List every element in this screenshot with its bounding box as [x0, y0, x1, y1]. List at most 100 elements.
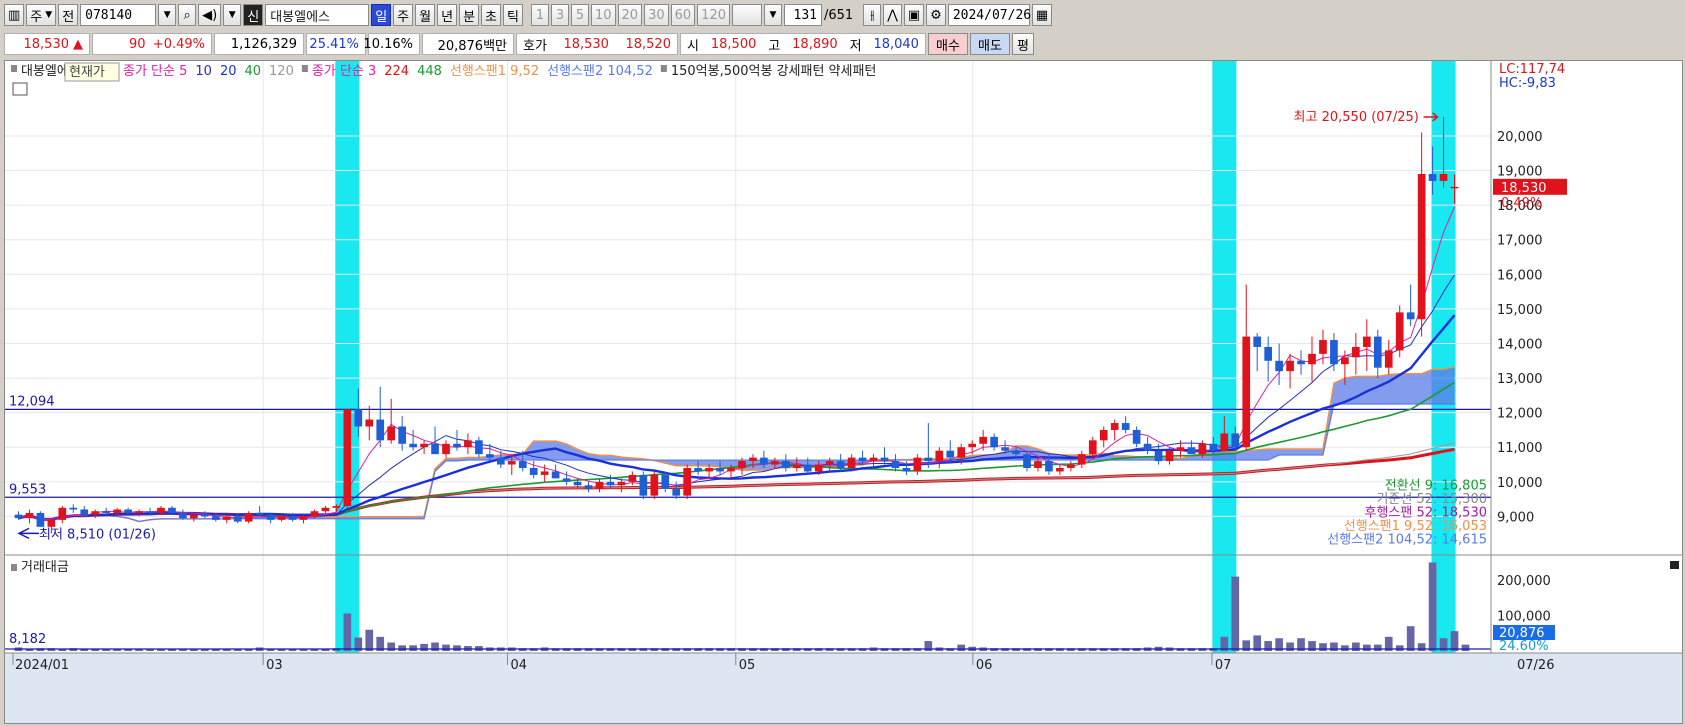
- moving-averages: [18, 206, 1456, 521]
- high-value: 18,890: [792, 36, 838, 52]
- candle-body-32: [365, 419, 374, 427]
- candle-body-65: [727, 467, 735, 472]
- period-tab-0[interactable]: 일: [371, 4, 392, 26]
- count-input[interactable]: 131: [784, 4, 822, 26]
- panel-collapse-icon: [1670, 561, 1679, 569]
- candle-body-89: [990, 436, 998, 448]
- legend-ma-448: 448: [417, 64, 442, 79]
- period-tab-1[interactable]: 주: [393, 4, 414, 26]
- candle-body-52: [584, 485, 593, 489]
- change-cell: 90 +0.49%: [92, 33, 212, 55]
- period-tab-5[interactable]: 초: [481, 4, 502, 26]
- interval-tab-5[interactable]: 5: [570, 4, 589, 26]
- amount-value: 20,876백만: [422, 33, 514, 55]
- chart-menu-icon[interactable]: ▥: [4, 4, 25, 26]
- x-tick-5: 07: [1215, 658, 1232, 673]
- legend-span2: 선행스팬2 104,52: [547, 63, 653, 79]
- period-tab-2[interactable]: 월: [415, 4, 436, 26]
- shin-button[interactable]: 신: [243, 4, 264, 26]
- candle-body-54: [606, 481, 615, 486]
- market-select[interactable]: 주 ▼: [26, 4, 57, 26]
- candle-body-121: [1341, 357, 1349, 365]
- y-tick-11: 20,000: [1497, 130, 1543, 145]
- candle-body-6: [80, 509, 89, 515]
- candle-body-73: [814, 464, 823, 472]
- candle-body-44: [496, 457, 505, 465]
- volume-ref-label: 8,182: [9, 632, 46, 647]
- candle-body-67: [749, 457, 757, 462]
- market-label: 주: [30, 9, 43, 25]
- interval-tab-30[interactable]: 30: [644, 4, 669, 26]
- x-tick-3: 05: [739, 658, 756, 673]
- candle-body-125: [1384, 350, 1393, 368]
- interval-tab-3[interactable]: 3: [550, 4, 569, 26]
- chart-labels: 9,000 10,000 11,000 12,000 13,000 14,000 15,00…: [9, 62, 1679, 673]
- prev-button[interactable]: 전: [58, 4, 79, 26]
- gear-icon[interactable]: ⚙: [926, 4, 946, 26]
- y-tick-0: 9,000: [1497, 510, 1534, 525]
- sell-button[interactable]: 매도: [970, 33, 1010, 55]
- candle-body-17: [201, 514, 209, 517]
- candle-body-120: [1330, 340, 1338, 365]
- y-tick-4: 13,000: [1497, 372, 1543, 387]
- candle-body-99: [1099, 429, 1108, 441]
- speaker-dropdown-icon[interactable]: ▼: [223, 4, 242, 26]
- legend-marker-2: [660, 65, 667, 72]
- candle-body-112: [1242, 336, 1251, 448]
- date-input[interactable]: 2024/07/26: [947, 4, 1031, 26]
- candle-body-50: [562, 478, 571, 482]
- ichimoku-label-4: 선행스팬2 104,52: 14,615: [1327, 531, 1487, 547]
- candle-body-82: [913, 457, 922, 472]
- candle-body-7: [91, 511, 100, 515]
- search-icon[interactable]: ⌕: [178, 4, 197, 26]
- candle-body-2: [36, 512, 45, 527]
- hline2-label: 9,553: [9, 482, 46, 497]
- low-annotation: 최저 8,510 (01/26): [39, 527, 156, 542]
- interval-tab-20[interactable]: 20: [617, 4, 643, 26]
- interval-custom-field[interactable]: [732, 4, 762, 26]
- volume-bar-40: [453, 645, 461, 651]
- calendar-icon[interactable]: ▦: [1031, 4, 1053, 26]
- chevron-down-icon: ▼: [45, 10, 53, 20]
- interval-tab-10[interactable]: 10: [590, 4, 616, 26]
- save-icon[interactable]: ▣: [903, 4, 925, 26]
- ask-value: 18,530: [563, 36, 609, 52]
- candle-body-111: [1231, 433, 1240, 448]
- interval-tab-120[interactable]: 120: [697, 4, 730, 26]
- change-pct: +0.49%: [152, 36, 205, 52]
- stock-name-field[interactable]: 대봉엘에스: [265, 4, 370, 26]
- period-tab-6[interactable]: 틱: [503, 4, 523, 26]
- volume-bar-129: [1428, 562, 1437, 651]
- candle-body-95: [1056, 467, 1064, 472]
- candle-body-16: [190, 514, 198, 519]
- quote-bar: 18,530 ▲ 90 +0.49% 1,126,329 25.41% 10.16%…: [0, 31, 1685, 57]
- interval-tab-1[interactable]: 1: [530, 4, 549, 26]
- interval-tab-60[interactable]: 60: [670, 4, 696, 26]
- period-tab-3[interactable]: 년: [437, 4, 458, 26]
- candle-body-126: [1395, 312, 1404, 351]
- candle-body-11: [135, 511, 143, 513]
- low-value: 18,040: [873, 36, 919, 52]
- change-value: 90: [129, 36, 146, 52]
- buy-button[interactable]: 매수: [928, 33, 968, 55]
- period-tab-4[interactable]: 분: [459, 4, 480, 26]
- interval-dropdown-icon[interactable]: ▼: [764, 4, 782, 26]
- open-label: 시: [687, 38, 699, 54]
- candle-body-90: [1001, 447, 1009, 451]
- stock-chart-svg[interactable]: 9,000 10,000 11,000 12,000 13,000 14,000 15,00…: [5, 61, 1682, 723]
- span1-line: [106, 366, 1455, 523]
- candle-tool-icon[interactable]: ⫲: [863, 4, 882, 26]
- candle-body-116: [1286, 360, 1294, 372]
- zigzag-tool-icon[interactable]: ⋀: [883, 4, 902, 26]
- legend-pattern: 150억봉,500억봉 강세패턴 약세패턴: [671, 64, 877, 79]
- speaker-icon[interactable]: ◀): [198, 4, 222, 26]
- code-dropdown-icon[interactable]: ▼: [158, 4, 177, 26]
- candle-body-76: [847, 457, 856, 468]
- candle-body-3: [47, 519, 56, 527]
- candle-body-0: [14, 514, 23, 519]
- candle-body-18: [211, 516, 220, 520]
- flat-button[interactable]: 평: [1012, 33, 1034, 55]
- stock-code-input[interactable]: 078140: [80, 4, 157, 26]
- hc-label: HC:-9,83: [1499, 76, 1556, 91]
- candle-body-130: [1439, 174, 1448, 181]
